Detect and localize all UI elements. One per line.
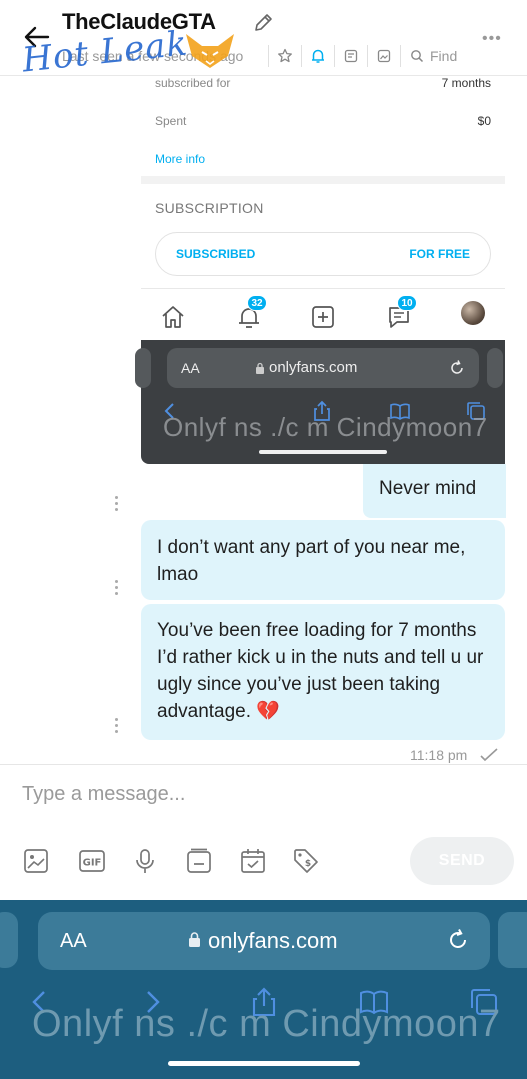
subscription-price: FOR FREE bbox=[409, 247, 470, 261]
divider bbox=[301, 45, 302, 67]
message-bubble-outgoing[interactable]: Never mind bbox=[363, 464, 506, 518]
subscription-heading: SUBSCRIPTION bbox=[155, 200, 264, 216]
media-vault-icon[interactable] bbox=[185, 847, 213, 875]
previous-tab-edge[interactable] bbox=[0, 912, 18, 968]
subscription-status-pill: SUBSCRIBED FOR FREE bbox=[155, 232, 491, 276]
divider bbox=[400, 45, 401, 67]
shared-screenshot-profile: subscribed for 7 months Spent $0 More in… bbox=[141, 76, 505, 340]
more-info-link: More info bbox=[155, 152, 206, 166]
star-icon[interactable] bbox=[275, 46, 295, 66]
subscribed-for-label: subscribed for bbox=[155, 76, 231, 90]
reload-icon bbox=[451, 360, 463, 374]
lock-icon bbox=[189, 932, 200, 947]
next-tab-edge bbox=[487, 348, 503, 388]
message-text: I don’t want any part of you near me, lm… bbox=[157, 537, 466, 585]
subscribed-for-value: 7 months bbox=[441, 76, 491, 90]
add-post-icon bbox=[312, 306, 334, 328]
find-label[interactable]: Find bbox=[430, 48, 457, 64]
home-indicator[interactable] bbox=[168, 1061, 360, 1066]
notes-icon[interactable] bbox=[341, 46, 361, 66]
message-input[interactable]: Type a message... bbox=[22, 783, 185, 806]
notifications-badge: 32 bbox=[247, 295, 267, 311]
watermark-overlay-text: Onlyf ns ./c m Cindymoon7 bbox=[163, 412, 488, 442]
home-indicator bbox=[259, 450, 387, 454]
reload-icon[interactable] bbox=[444, 926, 472, 954]
messages-nav: 10 bbox=[385, 295, 417, 331]
reader-aa-button[interactable]: AA bbox=[60, 930, 87, 953]
shared-screenshot-browser-bar: AA onlyfans.com Onlyf ns ./c m Cindymoon… bbox=[135, 340, 505, 464]
spent-row: Spent $0 bbox=[155, 114, 491, 128]
subscribed-for-row: subscribed for 7 months bbox=[155, 76, 491, 90]
gif-icon[interactable]: GIF bbox=[78, 847, 106, 875]
browser-bottom-bar: AA onlyfans.com Onlyf ns ./c m Cindymoon… bbox=[0, 900, 527, 1079]
search-icon[interactable] bbox=[407, 46, 427, 66]
spent-label: Spent bbox=[155, 114, 187, 128]
watermark-overlay-text: Onlyf ns ./c m Cindymoon7 bbox=[32, 1003, 501, 1045]
watermark-fox-icon bbox=[186, 34, 234, 68]
send-button[interactable]: SEND bbox=[410, 837, 514, 885]
previous-tab-edge bbox=[135, 348, 151, 388]
message-options-icon[interactable] bbox=[113, 496, 119, 514]
read-check-icon bbox=[480, 748, 498, 762]
message-options-icon[interactable] bbox=[113, 580, 119, 598]
image-icon[interactable] bbox=[22, 847, 50, 875]
next-tab-edge[interactable] bbox=[498, 912, 527, 968]
price-tag-icon[interactable]: $ bbox=[292, 847, 320, 875]
svg-text:$: $ bbox=[305, 859, 311, 869]
calendar-icon[interactable] bbox=[239, 847, 267, 875]
message-options-icon[interactable] bbox=[113, 718, 119, 736]
subscribed-status: SUBSCRIBED bbox=[176, 247, 256, 261]
message-bubble-incoming[interactable]: You’ve been free loading for 7 months I’… bbox=[141, 604, 505, 740]
microphone-icon[interactable] bbox=[131, 847, 159, 875]
divider bbox=[268, 45, 269, 67]
header-action-bar: Find bbox=[262, 44, 457, 68]
notifications-nav: 32 bbox=[235, 295, 267, 331]
url-text: onlyfans.com bbox=[269, 359, 358, 376]
home-icon bbox=[162, 306, 184, 328]
pencil-icon[interactable] bbox=[252, 12, 274, 34]
url-bar: AA onlyfans.com bbox=[167, 348, 479, 388]
message-composer: Type a message... GIF $ SEND bbox=[0, 764, 527, 900]
url-bar[interactable]: AA onlyfans.com bbox=[38, 912, 490, 970]
message-text: Never mind bbox=[379, 478, 477, 499]
reader-aa-button: AA bbox=[181, 360, 200, 376]
avatar bbox=[461, 301, 485, 325]
divider bbox=[334, 45, 335, 67]
gallery-icon[interactable] bbox=[374, 46, 394, 66]
lock-icon bbox=[256, 362, 264, 374]
url-text[interactable]: onlyfans.com bbox=[208, 928, 338, 954]
spent-value: $0 bbox=[477, 114, 491, 128]
section-divider bbox=[141, 176, 505, 184]
bell-icon[interactable] bbox=[308, 46, 328, 66]
message-bubble-incoming[interactable]: I don’t want any part of you near me, lm… bbox=[141, 520, 505, 600]
messages-badge: 10 bbox=[397, 295, 417, 311]
message-text: You’ve been free loading for 7 months I’… bbox=[157, 620, 484, 722]
shared-screenshot-nav: 32 10 bbox=[141, 288, 505, 340]
message-timestamp: 11:18 pm bbox=[410, 747, 468, 763]
svg-text:GIF: GIF bbox=[83, 858, 102, 869]
more-icon[interactable]: ••• bbox=[482, 30, 502, 48]
chat-header: TheClaudeGTA ••• Last seen a few seconds… bbox=[0, 0, 527, 81]
divider bbox=[367, 45, 368, 67]
